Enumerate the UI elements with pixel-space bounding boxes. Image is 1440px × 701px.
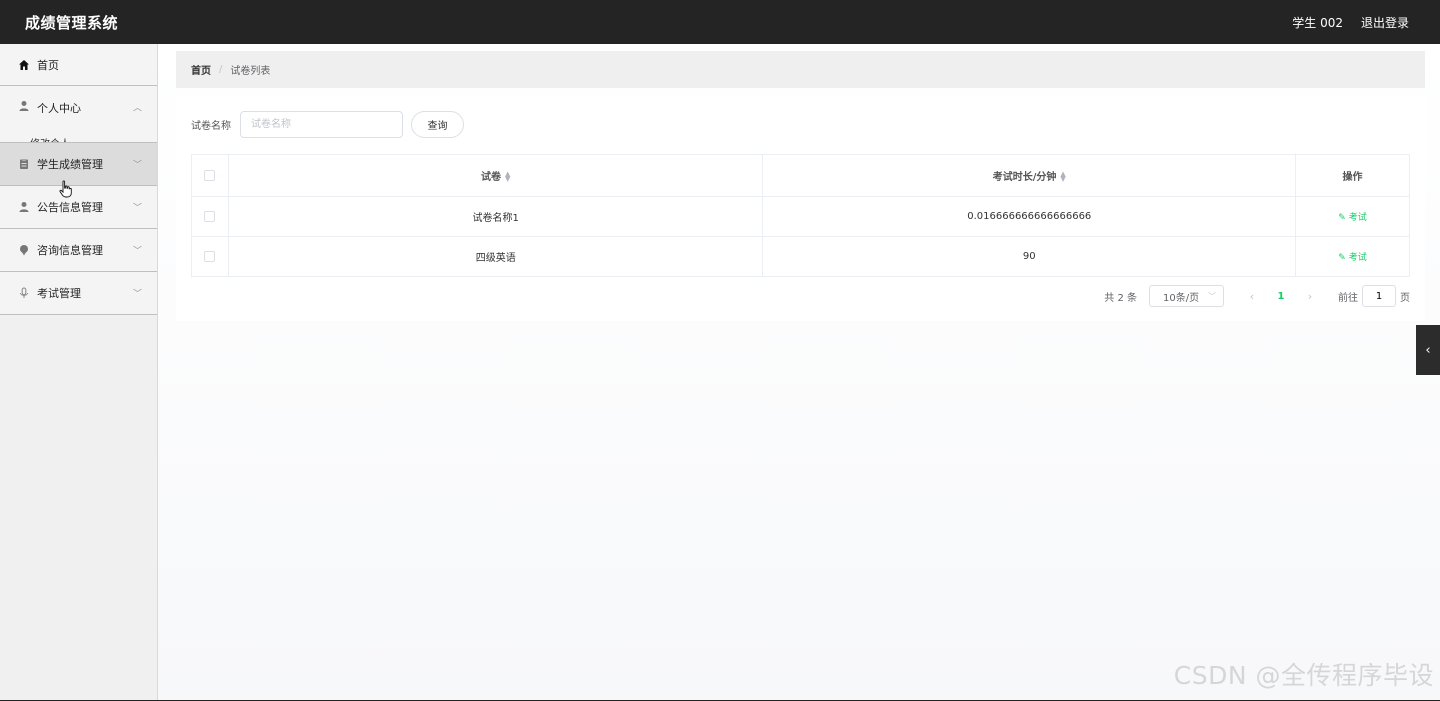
app-title: 成绩管理系统 — [25, 13, 119, 32]
cell-duration: 90 — [762, 236, 1297, 277]
clipboard-icon — [18, 158, 30, 170]
sidebar-item-personal-center[interactable]: 个人中心 ︿ 修改个人 — [0, 86, 157, 143]
sidebar-item-exam-management[interactable]: 考试管理 ﹀ — [0, 272, 157, 315]
cell-duration: 0.016666666666666666 — [762, 196, 1297, 237]
sidebar-item-label: 咨询信息管理 — [37, 244, 103, 257]
sidebar-item-label: 学生成绩管理 — [37, 158, 103, 171]
exam-table: 试卷 ▲ ▼ 考试时长/分钟 ▲ ▼ 操作 试卷名称1 0.01666666666666… — [191, 154, 1410, 277]
header-checkbox-cell — [191, 154, 229, 197]
exam-list-panel: 试卷名称 查询 试卷▲▼ 考试时长/分钟▲▼ 操作 试卷名称1 0.016666… — [176, 95, 1425, 321]
mic-icon — [18, 287, 30, 299]
take-exam-button[interactable]: ✎ 考试 — [1338, 253, 1367, 263]
table-row: 试卷名称1 0.016666666666666666 ✎ 考试 — [191, 196, 1410, 237]
sidebar-item-consultation[interactable]: 咨询信息管理 ﹀ — [0, 229, 157, 272]
sidebar: 首页 个人中心 ︿ 修改个人 学生成绩管理 ﹀ 公告信息管理 ﹀ 咨询信息管理 … — [0, 44, 158, 701]
chevron-down-icon: ﹀ — [132, 160, 142, 171]
chevron-down-icon: ﹀ — [132, 289, 142, 300]
search-label: 试卷名称 — [191, 121, 231, 132]
top-bar: 成绩管理系统 学生 002 退出登录 — [0, 0, 1440, 44]
sidebar-item-label: 公告信息管理 — [37, 201, 103, 214]
goto-prefix: 前往 — [1338, 292, 1358, 304]
select-all-checkbox[interactable] — [204, 169, 216, 181]
breadcrumb-current: 试卷列表 — [230, 66, 271, 77]
collapse-panel-button[interactable]: ‹ — [1416, 325, 1440, 375]
home-icon — [18, 59, 30, 71]
user-icon — [18, 201, 30, 213]
chevron-down-icon: ﹀ — [132, 203, 142, 214]
breadcrumb-home[interactable]: 首页 — [191, 62, 211, 77]
breadcrumb-separator: / — [219, 64, 223, 75]
sidebar-item-student-grades[interactable]: 学生成绩管理 ﹀ — [0, 143, 157, 186]
watermark: CSDN @全传程序毕设 — [1173, 661, 1434, 690]
chevron-down-icon: ﹀ — [132, 246, 142, 257]
page-size-select[interactable]: 10条/页 ﹀ — [1149, 285, 1224, 307]
sidebar-item-home[interactable]: 首页 — [0, 44, 157, 86]
query-button[interactable]: 查询 — [411, 111, 464, 138]
chevron-up-icon: ︿ — [132, 103, 142, 114]
column-header-actions: 操作 — [1295, 154, 1410, 197]
row-checkbox[interactable] — [204, 250, 216, 262]
sidebar-item-label: 考试管理 — [37, 287, 81, 300]
cell-actions: ✎ 考试 — [1295, 196, 1410, 237]
prev-page-button[interactable]: ‹ — [1242, 290, 1262, 303]
row-checkbox-cell — [191, 196, 229, 237]
main-content: 首页 / 试卷列表 试卷名称 查询 试卷▲▼ 考试时长/分钟▲▼ 操作 试卷名称 — [158, 44, 1440, 701]
take-exam-button[interactable]: ✎ 考试 — [1338, 213, 1367, 223]
page-number-current[interactable]: 1 — [1262, 291, 1300, 302]
pagination: 共 2 条 10条/页 ﹀ ‹ 1 › 前往 页 — [1104, 285, 1410, 307]
goto-page: 前往 页 — [1338, 285, 1410, 307]
breadcrumb: 首页 / 试卷列表 — [176, 51, 1425, 88]
goto-suffix: 页 — [1400, 292, 1410, 304]
logout-button[interactable]: 退出登录 — [1361, 14, 1409, 31]
sidebar-item-label: 个人中心 — [37, 102, 81, 115]
sort-icon[interactable]: ▲ ▼ — [505, 171, 510, 183]
user-icon — [18, 100, 30, 112]
pagination-total: 共 2 条 — [1104, 292, 1137, 304]
row-checkbox-cell — [191, 236, 229, 277]
cell-exam-name: 四级英语 — [227, 236, 764, 277]
sidebar-item-label: 首页 — [37, 58, 59, 72]
chevron-left-icon: ‹ — [1425, 342, 1431, 358]
sidebar-item-announcements[interactable]: 公告信息管理 ﹀ — [0, 186, 157, 229]
goto-page-input[interactable] — [1362, 285, 1396, 307]
edit-pen-icon: ✎ — [1338, 213, 1346, 223]
cell-actions: ✎ 考试 — [1295, 236, 1410, 277]
user-area: 学生 002 退出登录 — [1292, 14, 1409, 31]
chevron-down-icon: ﹀ — [1208, 291, 1216, 301]
edit-pen-icon: ✎ — [1338, 253, 1346, 263]
table-header-row: 试卷 ▲ ▼ 考试时长/分钟 ▲ ▼ 操作 — [191, 154, 1410, 197]
current-user: 学生 002 — [1292, 15, 1343, 30]
cell-exam-name: 试卷名称1 — [227, 196, 764, 237]
submenu-peek-item[interactable]: 修改个人 — [30, 135, 70, 142]
row-checkbox[interactable] — [204, 210, 216, 222]
next-page-button[interactable]: › — [1300, 290, 1320, 303]
column-header-exam[interactable]: 试卷 ▲ ▼ — [227, 154, 764, 197]
column-header-duration[interactable]: 考试时长/分钟 ▲ ▼ — [762, 154, 1297, 197]
sort-icon[interactable]: ▲ ▼ — [1060, 171, 1065, 183]
search-bar: 试卷名称 查询 — [191, 111, 464, 138]
hand-cursor-icon — [59, 180, 72, 198]
search-input[interactable] — [240, 111, 403, 138]
table-row: 四级英语 90 ✎ 考试 — [191, 236, 1410, 277]
pin-icon — [18, 244, 30, 256]
